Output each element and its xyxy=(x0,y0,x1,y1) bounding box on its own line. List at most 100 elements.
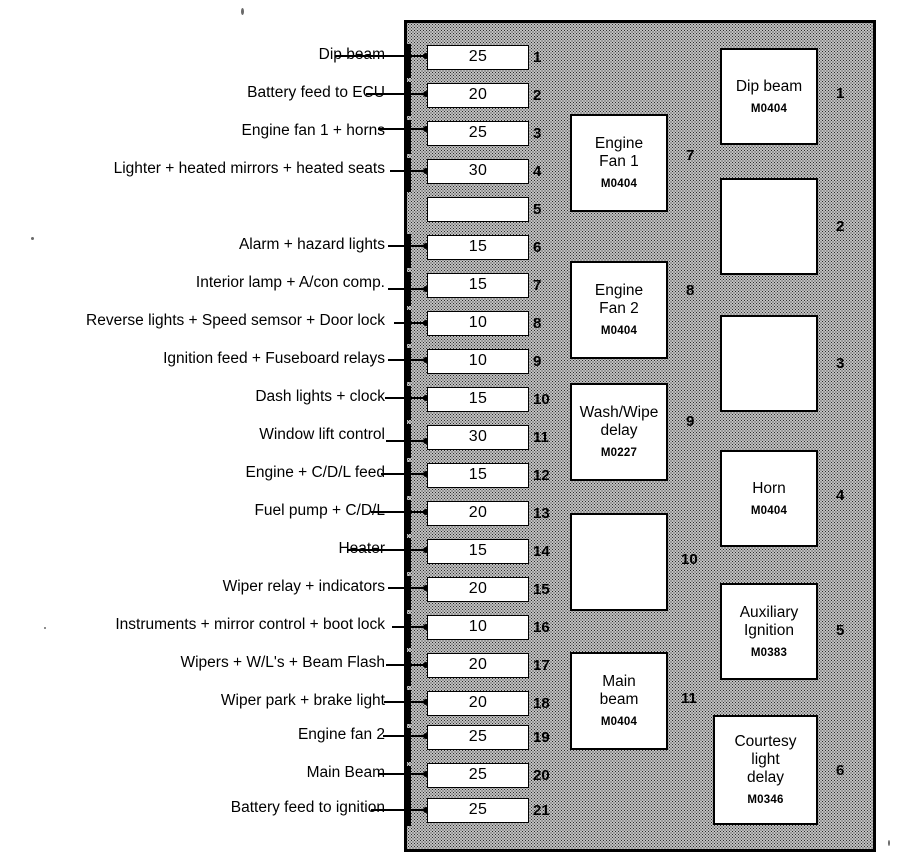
fuse-number: 5 xyxy=(533,201,542,218)
fuse-slot[interactable]: 30 xyxy=(427,159,529,184)
fuse-slot[interactable]: 10 xyxy=(427,615,529,640)
relay-code: M0383 xyxy=(750,646,788,659)
fuse-number: 3 xyxy=(533,125,542,142)
busbar-segment xyxy=(404,728,411,762)
fuse-slot[interactable]: 10 xyxy=(427,311,529,336)
fuse-label: Ignition feed + Fuseboard relays xyxy=(163,350,385,367)
relay-number: 9 xyxy=(686,413,695,430)
scan-speck xyxy=(31,237,34,240)
relay-name-line2: beam xyxy=(599,691,639,708)
busbar-segment xyxy=(404,576,411,610)
fuse-slot[interactable]: 25 xyxy=(427,798,529,823)
busbar-segment xyxy=(404,310,411,344)
leader-line xyxy=(386,662,429,668)
relay-number: 8 xyxy=(686,282,695,299)
fuse-number: 11 xyxy=(533,429,549,446)
relay-name-line2: Ignition xyxy=(744,621,794,639)
leader-line xyxy=(378,126,429,132)
fuse-number: 8 xyxy=(533,315,542,332)
relay-box-empty-10[interactable] xyxy=(570,513,668,611)
fuse-label: Dash lights + clock xyxy=(255,388,385,405)
relay-name-line1: Horn xyxy=(752,479,786,497)
busbar-segment xyxy=(404,120,411,154)
fuse-slot[interactable]: 20 xyxy=(427,577,529,602)
fuse-slot[interactable]: 30 xyxy=(427,425,529,450)
fuse-number: 14 xyxy=(533,543,550,560)
fuse-slot[interactable]: 25 xyxy=(427,725,529,750)
relay-code: M0404 xyxy=(600,325,638,337)
leader-line xyxy=(378,771,429,777)
leader-line xyxy=(388,585,429,591)
leader-line xyxy=(347,547,429,553)
fuse-slot[interactable]: 20 xyxy=(427,653,529,678)
busbar-segment xyxy=(404,500,411,534)
relay-box-engine-fan-2[interactable]: Engine Fan 2 M0404 xyxy=(570,261,668,359)
leader-line xyxy=(392,624,429,630)
fuse-slot[interactable]: 10 xyxy=(427,349,529,374)
fusebox-diagram: Dip beam 25 1 Battery feed to ECU 20 2 E… xyxy=(0,0,900,868)
relay-box-main-beam[interactable]: Main beam M0404 xyxy=(570,652,668,750)
relay-box-wash-wipe-delay[interactable]: Wash/Wipe delay M0227 xyxy=(570,383,668,481)
leader-line xyxy=(386,438,429,444)
fuse-slot[interactable]: 15 xyxy=(427,387,529,412)
relay-number: 2 xyxy=(836,218,845,235)
fuse-slot[interactable]: 15 xyxy=(427,273,529,298)
fuse-number: 2 xyxy=(533,87,542,104)
relay-box-horn[interactable]: Horn M0404 xyxy=(720,450,818,547)
scan-speck xyxy=(241,8,244,15)
leader-line xyxy=(383,733,429,739)
scan-speck xyxy=(888,840,890,846)
fuse-slot[interactable]: 15 xyxy=(427,463,529,488)
relay-box-empty-2[interactable] xyxy=(720,178,818,275)
leader-line xyxy=(335,53,429,59)
fuse-label: Lighter + heated mirrors + heated seats xyxy=(113,160,385,177)
fuse-slot[interactable]: 20 xyxy=(427,83,529,108)
relay-code: M0227 xyxy=(600,447,638,459)
fuse-label: Window lift control xyxy=(259,426,385,443)
fuse-slot[interactable]: 20 xyxy=(427,691,529,716)
fuse-label: Battery feed to ignition xyxy=(230,799,385,816)
fuse-number: 12 xyxy=(533,467,550,484)
relay-box-dip-beam[interactable]: Dip beam M0404 xyxy=(720,48,818,145)
fuse-label: Wipers + W/L's + Beam Flash xyxy=(180,654,385,671)
fuse-slot[interactable]: 15 xyxy=(427,539,529,564)
busbar-segment xyxy=(404,158,411,192)
fuse-slot[interactable]: 25 xyxy=(427,763,529,788)
relay-name-line3: delay xyxy=(746,769,785,786)
busbar-segment xyxy=(404,82,411,116)
busbar-segment xyxy=(404,796,411,826)
fuse-slot[interactable] xyxy=(427,197,529,222)
relay-box-auxiliary-ignition[interactable]: Auxiliary Ignition M0383 xyxy=(720,583,818,680)
relay-box-courtesy-light-delay[interactable]: Courtesy light delay M0346 xyxy=(713,715,818,825)
fuse-label: Engine fan 1 + horns xyxy=(241,122,385,139)
relay-name-line2: delay xyxy=(600,422,638,439)
fuse-label: Engine + C/D/L feed xyxy=(245,464,385,481)
relay-name-line1: Auxiliary xyxy=(739,603,799,621)
relay-name-line1: Main xyxy=(602,673,636,690)
relay-box-engine-fan-1[interactable]: Engine Fan 1 M0404 xyxy=(570,114,668,212)
fuse-number: 20 xyxy=(533,767,550,784)
relay-name-line2: Fan 1 xyxy=(599,153,639,170)
fuse-label: Wiper relay + indicators xyxy=(222,578,385,595)
fuse-number: 16 xyxy=(533,619,550,636)
fuse-slot[interactable]: 25 xyxy=(427,45,529,70)
fuse-number: 17 xyxy=(533,657,550,674)
busbar-segment xyxy=(404,386,411,420)
relay-number: 10 xyxy=(681,551,698,568)
fuse-label: Wiper park + brake light xyxy=(220,692,385,709)
relay-number: 1 xyxy=(836,85,845,102)
fuse-number: 13 xyxy=(533,505,550,522)
relay-box-empty-3[interactable] xyxy=(720,315,818,412)
busbar-segment xyxy=(404,234,411,268)
fuse-slot[interactable]: 20 xyxy=(427,501,529,526)
fuse-number: 21 xyxy=(533,802,550,819)
relay-number: 4 xyxy=(836,487,845,504)
leader-line xyxy=(390,168,429,174)
leader-line xyxy=(381,471,429,477)
scan-speck xyxy=(44,627,46,629)
relay-name-line2: Fan 2 xyxy=(599,300,639,317)
fuse-slot[interactable]: 15 xyxy=(427,235,529,260)
busbar-segment xyxy=(404,462,411,496)
fuse-label: Battery feed to ECU xyxy=(247,84,385,101)
fuse-slot[interactable]: 25 xyxy=(427,121,529,146)
